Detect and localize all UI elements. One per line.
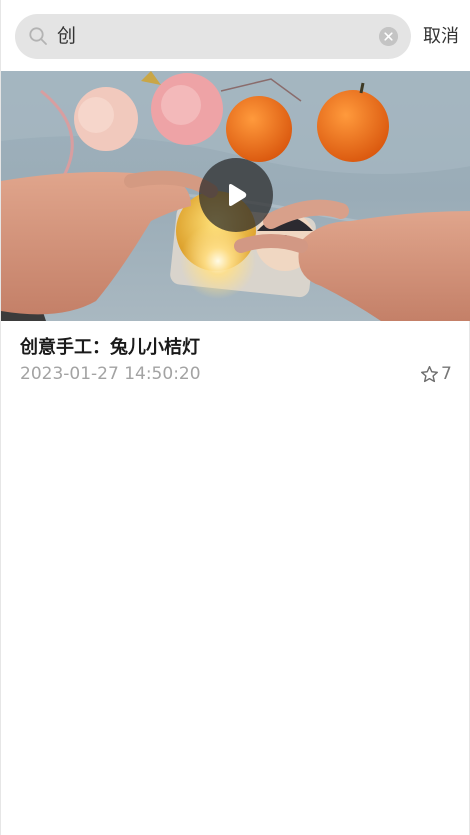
search-header: 取消 bbox=[1, 0, 470, 72]
clear-icon[interactable] bbox=[379, 27, 398, 46]
play-button[interactable] bbox=[199, 158, 273, 232]
cancel-button[interactable]: 取消 bbox=[423, 24, 459, 50]
search-box[interactable] bbox=[15, 14, 411, 59]
video-title[interactable]: 创意手工：兔儿小桔灯 bbox=[20, 333, 200, 359]
play-icon bbox=[229, 184, 247, 206]
search-icon bbox=[29, 27, 47, 45]
star-outline-icon bbox=[420, 365, 439, 383]
favorite-count: 7 bbox=[441, 364, 452, 384]
video-thumbnail[interactable] bbox=[1, 71, 470, 321]
video-result-card[interactable]: 创意手工：兔儿小桔灯 2023-01-27 14:50:20 7 bbox=[1, 71, 470, 401]
video-date: 2023-01-27 14:50:20 bbox=[20, 364, 201, 384]
search-input[interactable] bbox=[57, 14, 377, 59]
